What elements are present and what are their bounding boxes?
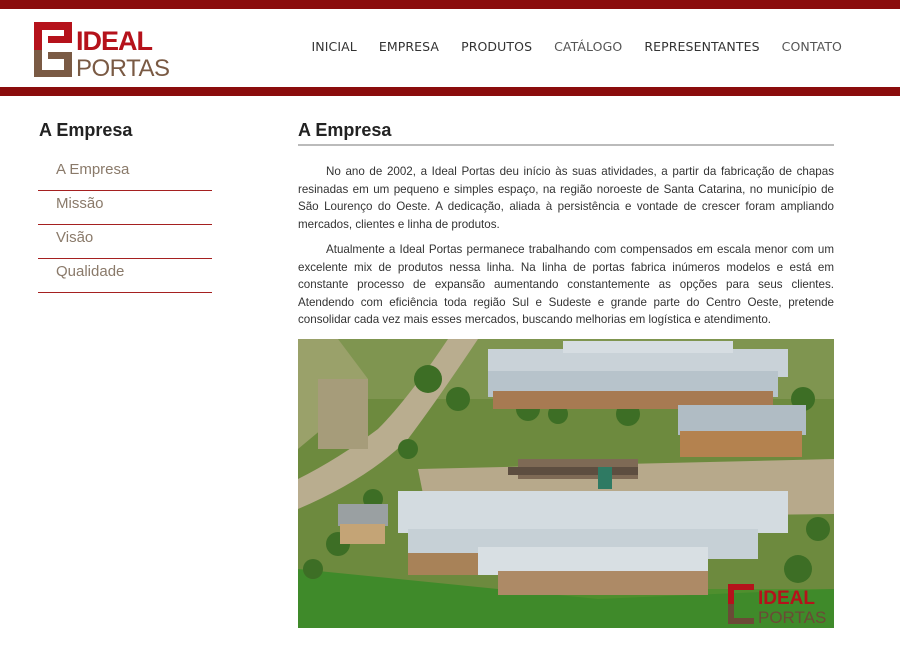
photo-watermark-ideal: IDEAL bbox=[758, 588, 815, 609]
sidebar-item-qualidade[interactable]: Qualidade bbox=[38, 259, 212, 293]
sidebar-item-visao[interactable]: Visão bbox=[38, 225, 212, 259]
site-header: IDEAL PORTAS INICIAL EMPRESA PRODUTOS CA… bbox=[0, 9, 900, 87]
paragraph-1: No ano de 2002, a Ideal Portas deu iníci… bbox=[298, 165, 834, 231]
sidebar-item-a-empresa[interactable]: A Empresa bbox=[38, 157, 212, 191]
nav-contato[interactable]: CONTATO bbox=[782, 39, 842, 54]
top-bar bbox=[0, 0, 900, 9]
photo-watermark-portas: PORTAS bbox=[758, 608, 826, 627]
nav-inicial[interactable]: INICIAL bbox=[311, 39, 356, 54]
main-content: A Empresa No ano de 2002, a Ideal Portas… bbox=[298, 120, 834, 628]
main-nav: INICIAL EMPRESA PRODUTOS CATÁLOGO REPRES… bbox=[289, 39, 842, 54]
paragraph-2: Atualmente a Ideal Portas permanece trab… bbox=[298, 243, 834, 326]
header-bottom-bar bbox=[0, 87, 900, 96]
factory-aerial-photo: IDEAL PORTAS bbox=[298, 338, 834, 628]
sidebar-item-missao[interactable]: Missão bbox=[38, 191, 212, 225]
logo-text-ideal: IDEAL bbox=[76, 26, 153, 56]
logo-text-portas: PORTAS bbox=[76, 55, 169, 78]
nav-produtos[interactable]: PRODUTOS bbox=[461, 39, 532, 54]
logo-mark bbox=[34, 22, 72, 77]
sidebar-title: A Empresa bbox=[39, 120, 133, 140]
nav-catalogo[interactable]: CATÁLOGO bbox=[554, 39, 622, 54]
sidebar: A Empresa A Empresa Missão Visão Qualida… bbox=[38, 120, 212, 293]
ideal-portas-logo[interactable]: IDEAL PORTAS bbox=[34, 22, 170, 82]
nav-empresa[interactable]: EMPRESA bbox=[379, 39, 439, 54]
page-title: A Empresa bbox=[298, 120, 834, 146]
nav-representantes[interactable]: REPRESENTANTES bbox=[644, 39, 759, 54]
